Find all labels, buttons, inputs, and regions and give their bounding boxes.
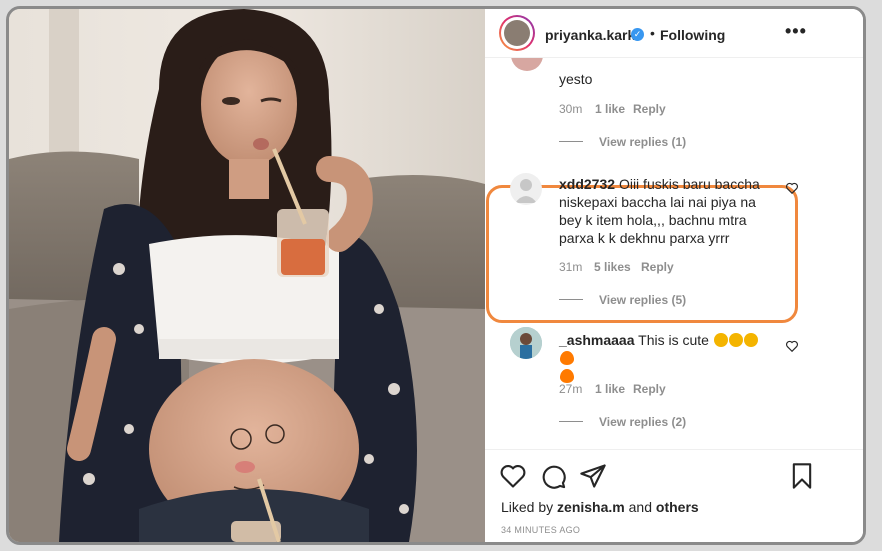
view-replies-line <box>559 421 583 422</box>
comment-avatar[interactable] <box>510 173 542 205</box>
comment-body: _ashmaaaa This is cute <box>559 331 769 385</box>
comment-avatar[interactable] <box>510 327 542 359</box>
view-replies-button[interactable]: View replies (2) <box>599 415 686 429</box>
share-icon[interactable] <box>579 462 607 490</box>
author-username[interactable]: priyanka.karki <box>545 27 639 43</box>
comment-likes[interactable]: 5 likes <box>594 260 631 274</box>
comment-text: yesto <box>559 71 593 87</box>
bookmark-icon[interactable] <box>788 462 816 490</box>
liked-prefix: Liked by <box>501 499 554 515</box>
heart-icon[interactable] <box>499 462 527 490</box>
comment-reply-button[interactable]: Reply <box>633 382 666 396</box>
star-eyes-emoji-icon <box>743 333 758 347</box>
liked-by-text: Liked by zenisha.m and others <box>501 499 699 515</box>
view-replies-line <box>559 299 583 300</box>
more-icon[interactable]: ••• <box>785 21 807 42</box>
post-timestamp[interactable]: 34 MINUTES AGO <box>501 525 580 535</box>
comment-text-line-2: niskepaxi baccha lai nai piya na <box>559 194 756 210</box>
comment-reply-button[interactable]: Reply <box>633 102 666 116</box>
view-replies-button[interactable]: View replies (1) <box>599 135 686 149</box>
comment-username[interactable]: _ashmaaaa <box>559 332 635 348</box>
comment-text-line-3: bey k item hola,,, bachnu mtra <box>559 212 747 228</box>
comment-reply-button[interactable]: Reply <box>641 260 674 274</box>
header-separator: • <box>650 25 655 41</box>
comment-time[interactable]: 31m <box>559 260 582 274</box>
comment-likes[interactable]: 1 like <box>595 382 625 396</box>
fire-emoji-icon <box>560 369 574 383</box>
post-actions-bar: Liked by zenisha.m and others 34 MINUTES… <box>485 449 863 542</box>
comment-icon[interactable] <box>539 462 567 490</box>
comment-text: This is cute <box>638 332 709 348</box>
comment-time[interactable]: 30m <box>559 102 582 116</box>
instagram-post-window: priyanka.karki ✓ • Following ••• yesto 3… <box>6 6 866 545</box>
post-header: priyanka.karki ✓ • Following ••• <box>485 9 863 58</box>
comment-avatar[interactable] <box>511 57 543 71</box>
comment-heart-icon[interactable] <box>785 339 799 353</box>
liked-and: and <box>628 499 652 515</box>
view-replies-line <box>559 141 583 142</box>
comment-text-line-1: Oiii fuskis baru baccha <box>618 176 760 192</box>
post-photo[interactable] <box>9 9 485 542</box>
post-sidebar: priyanka.karki ✓ • Following ••• yesto 3… <box>485 9 863 542</box>
comment-likes[interactable]: 1 like <box>595 102 625 116</box>
comments-list[interactable]: yesto 30m 1 like Reply View replies (1) … <box>485 57 863 449</box>
comment-heart-icon[interactable] <box>785 181 799 195</box>
author-avatar[interactable] <box>499 15 535 51</box>
liked-others[interactable]: others <box>656 499 699 515</box>
star-eyes-emoji-icon <box>728 333 743 347</box>
post-photo-illustration <box>9 9 485 542</box>
star-eyes-emoji-icon <box>713 333 728 347</box>
comment-time[interactable]: 27m <box>559 382 582 396</box>
comment-text-line-4: parxa k k dekhnu parxa yrrr <box>559 230 730 246</box>
following-button[interactable]: Following <box>660 27 725 43</box>
comment-username[interactable]: xdd2732 <box>559 176 615 192</box>
comment-body: xdd2732 Oiii fuskis baru baccha niskepax… <box>559 175 779 247</box>
liked-by-user[interactable]: zenisha.m <box>557 499 625 515</box>
verified-icon: ✓ <box>631 28 644 41</box>
view-replies-button[interactable]: View replies (5) <box>599 293 686 307</box>
fire-emoji-icon <box>560 351 574 365</box>
